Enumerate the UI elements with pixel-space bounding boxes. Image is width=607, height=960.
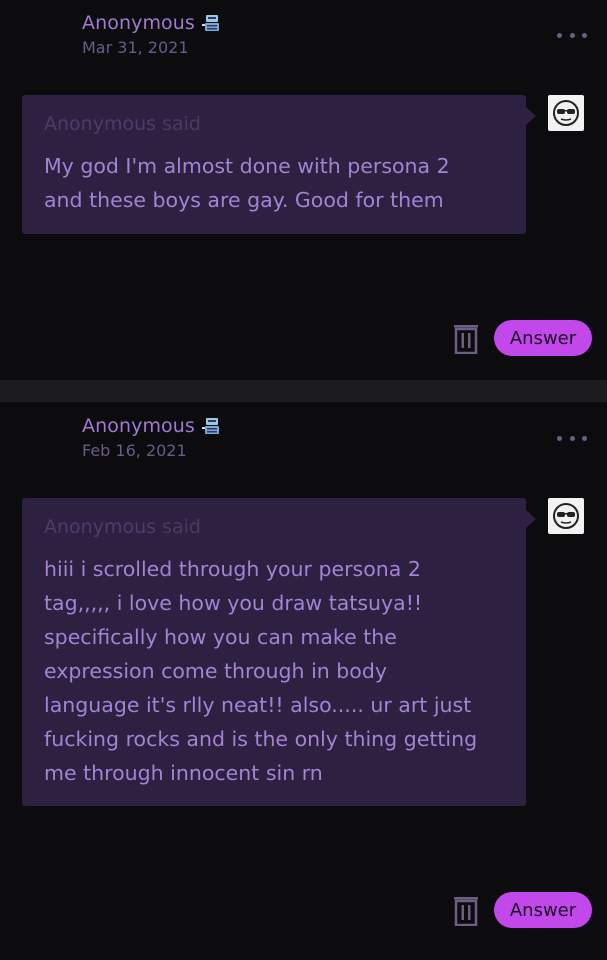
- ask-card: Anonymous Mar 31, 2021 Anonymous said My…: [0, 0, 607, 380]
- ask-bubble: Anonymous said My god I'm almost done wi…: [22, 95, 536, 234]
- robot-icon: [201, 418, 219, 434]
- ask-message: hiii i scrolled through your persona 2 t…: [44, 557, 478, 785]
- said-word: said: [162, 516, 201, 538]
- asker-name: Anonymous: [44, 516, 157, 538]
- sunglasses-face-icon[interactable]: [548, 95, 584, 131]
- said-word: said: [162, 113, 201, 135]
- answer-button[interactable]: Answer: [494, 892, 592, 928]
- post-date: Feb 16, 2021: [82, 441, 187, 460]
- sunglasses-face-icon[interactable]: [548, 498, 584, 534]
- ask-message: My god I'm almost done with persona 2 an…: [44, 154, 450, 212]
- more-icon[interactable]: [557, 433, 587, 443]
- said-line: Anonymous said: [44, 113, 504, 135]
- trash-icon[interactable]: [453, 322, 479, 354]
- post-date: Mar 31, 2021: [82, 38, 189, 57]
- trash-icon[interactable]: [453, 894, 479, 926]
- more-icon[interactable]: [557, 30, 587, 40]
- author-name[interactable]: Anonymous: [82, 12, 195, 34]
- ask-header: Anonymous Feb 16, 2021: [82, 415, 223, 460]
- ask-header: Anonymous Mar 31, 2021: [82, 12, 223, 57]
- robot-icon: [201, 15, 219, 31]
- answer-button[interactable]: Answer: [494, 320, 592, 356]
- ask-bubble: Anonymous said hiii i scrolled through y…: [22, 498, 536, 806]
- divider: [0, 380, 607, 402]
- author-name[interactable]: Anonymous: [82, 415, 195, 437]
- ask-card: Anonymous Feb 16, 2021 Anonymous said hi…: [0, 402, 607, 960]
- said-line: Anonymous said: [44, 516, 504, 538]
- asker-name: Anonymous: [44, 113, 157, 135]
